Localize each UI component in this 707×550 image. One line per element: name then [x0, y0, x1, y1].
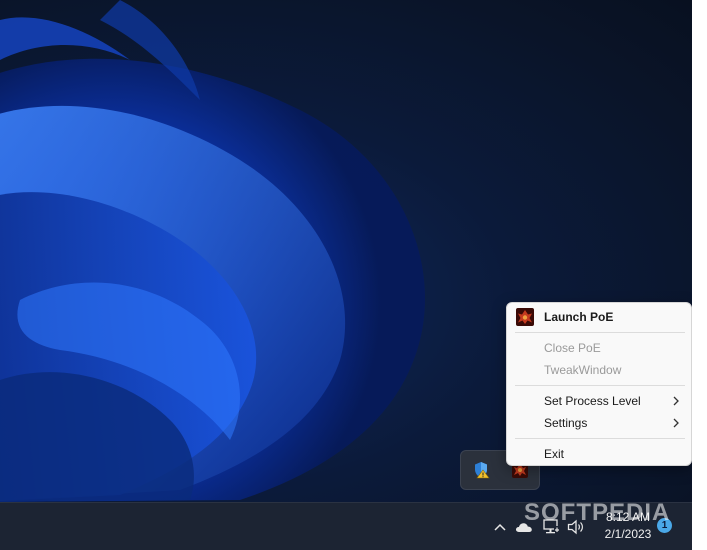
menu-item-label: Launch PoE [544, 310, 614, 324]
menu-item-label: Set Process Level [544, 394, 641, 408]
chevron-right-icon [671, 395, 681, 407]
menu-item-set-process-level[interactable]: Set Process Level [511, 390, 687, 412]
clock-time: 8:12 AM [605, 510, 651, 524]
menu-item-settings[interactable]: Settings [511, 412, 687, 434]
menu-item-close-poe: Close PoE [511, 337, 687, 359]
clock-date: 2/1/2023 [604, 527, 652, 541]
menu-item-label: Close PoE [544, 341, 601, 355]
menu-item-label: Exit [544, 447, 565, 461]
tray-context-menu: Launch PoE Close PoE TweakWindow Set Pro… [506, 302, 692, 466]
menu-separator [515, 438, 685, 439]
windows-security-warning-icon[interactable] [472, 461, 490, 479]
notification-count-badge[interactable]: 1 [657, 518, 672, 533]
network-icon[interactable] [541, 517, 561, 537]
menu-item-tweakwindow: TweakWindow [511, 359, 687, 381]
chevron-up-icon[interactable] [490, 517, 510, 537]
menu-item-label: Settings [544, 416, 588, 430]
menu-item-exit[interactable]: Exit [511, 443, 687, 465]
screen: Launch PoE Close PoE TweakWindow Set Pro… [0, 0, 707, 550]
chevron-right-icon [671, 417, 681, 429]
menu-separator [515, 385, 685, 386]
menu-item-label: TweakWindow [544, 363, 622, 377]
taskbar-clock[interactable]: 8:12 AM 2/1/2023 [598, 509, 658, 543]
volume-icon[interactable] [566, 517, 586, 537]
menu-item-launch-poe[interactable]: Launch PoE [511, 306, 687, 328]
menu-separator [515, 332, 685, 333]
onedrive-cloud-icon[interactable] [514, 517, 534, 537]
screen-edge-strip [692, 0, 707, 550]
taskbar: 8:12 AM 2/1/2023 1 [0, 502, 692, 550]
poe-logo-icon [516, 308, 534, 326]
